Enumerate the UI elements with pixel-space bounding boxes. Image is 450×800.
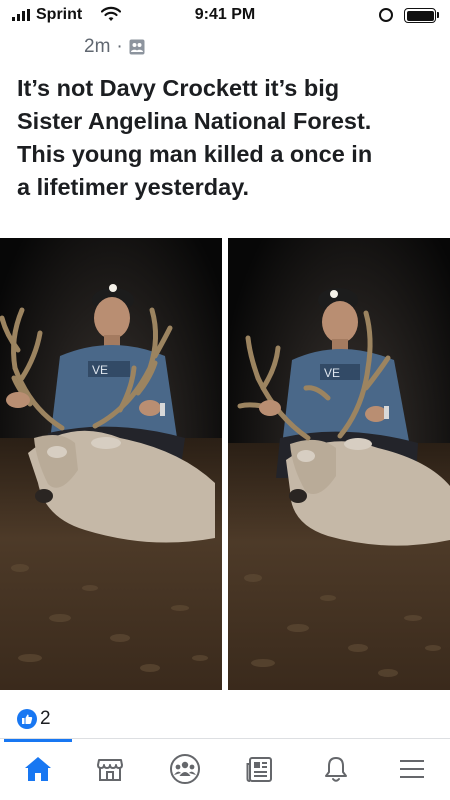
post-text-line: This young man killed a once in	[17, 141, 373, 167]
post-text-line: Sister Angelina National Forest.	[17, 108, 372, 134]
hunter-with-deer-photo-1[interactable]: VE	[0, 238, 222, 690]
groups-icon	[170, 754, 200, 784]
svg-text:VE: VE	[324, 366, 340, 380]
post-timestamp[interactable]: 2m	[84, 36, 110, 58]
tab-news[interactable]	[244, 753, 276, 785]
marketplace-icon	[97, 759, 123, 781]
like-icon	[17, 709, 37, 729]
reaction-count: 2	[40, 708, 51, 729]
svg-text:VE: VE	[92, 363, 108, 377]
post-text-line: It’s not Davy Crockett it’s big	[17, 75, 340, 101]
menu-icon	[400, 760, 424, 778]
battery-tip	[437, 12, 439, 18]
active-tab-indicator	[4, 739, 72, 742]
tab-notifications[interactable]	[320, 753, 352, 785]
home-icon	[25, 757, 51, 781]
orientation-lock-icon	[379, 8, 393, 22]
post-meta: 2m ·	[84, 36, 145, 58]
tab-marketplace[interactable]	[94, 753, 126, 785]
tab-menu[interactable]	[396, 753, 428, 785]
bottom-tab-bar	[0, 738, 450, 800]
tab-home[interactable]	[22, 753, 54, 785]
meta-separator: ·	[116, 36, 123, 57]
post-text: It’s not Davy Crockett it’s big Sister A…	[17, 72, 437, 204]
group-audience-icon	[129, 39, 145, 55]
news-icon	[246, 757, 272, 782]
status-bar: Sprint 9:41 PM	[0, 0, 450, 30]
post-text-line: a lifetimer yesterday.	[17, 174, 250, 200]
reactions-summary[interactable]: 2	[17, 708, 51, 730]
tab-groups[interactable]	[169, 753, 201, 785]
hunter-with-deer-photo-2[interactable]: VE	[228, 238, 450, 690]
battery-icon	[404, 8, 436, 23]
bell-icon	[325, 757, 347, 782]
